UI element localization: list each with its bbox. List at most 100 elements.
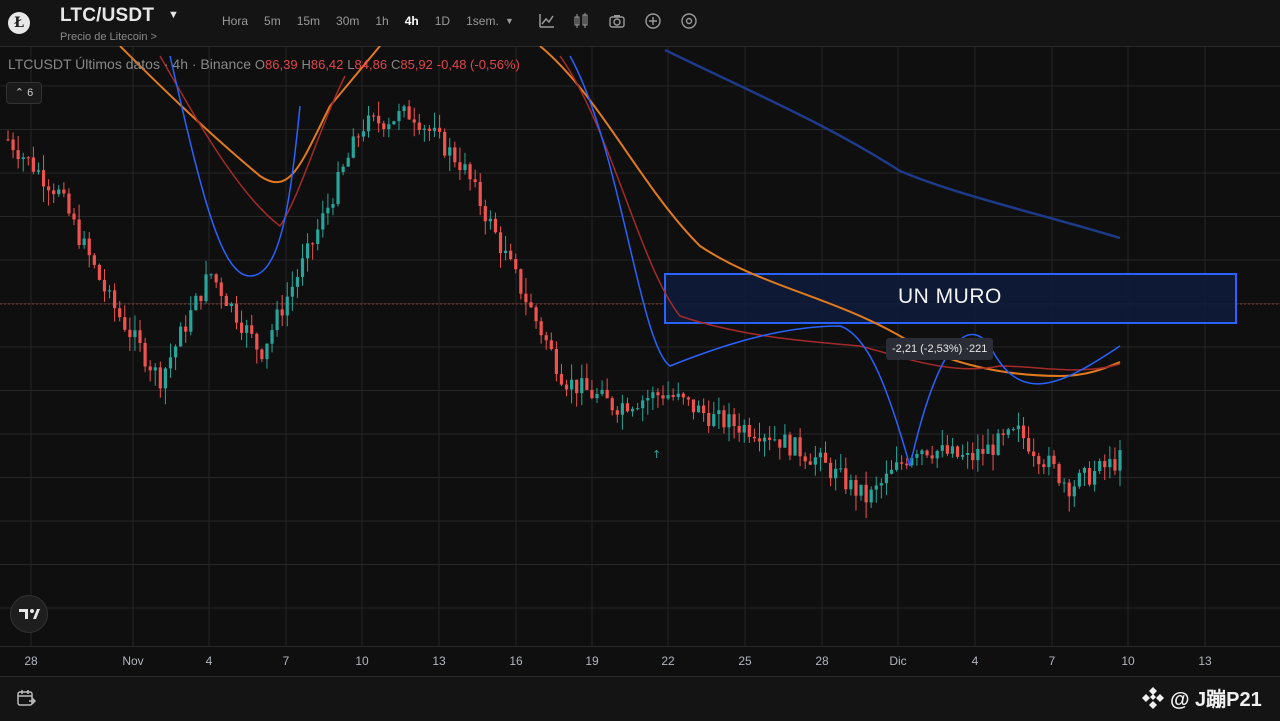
- indicator-count: 6: [27, 87, 34, 99]
- candle-body: [894, 462, 899, 470]
- candle-body: [1093, 471, 1097, 485]
- symbol-subtitle[interactable]: Precio de Litecoin >: [60, 31, 157, 43]
- candle-body: [778, 439, 782, 448]
- candle-body: [305, 243, 310, 259]
- x-tick-label: 10: [355, 654, 369, 668]
- candle-body: [529, 302, 533, 308]
- interval-1h[interactable]: 1h: [367, 14, 396, 28]
- candle-body: [453, 147, 457, 163]
- candle-body: [437, 127, 442, 132]
- legend-symbol: LTCUSDT Últimos datos · 4h · Binance: [8, 56, 252, 72]
- candle-body: [31, 157, 35, 172]
- candle-body: [36, 170, 41, 172]
- candle-body: [585, 378, 589, 390]
- candle-body: [762, 437, 767, 442]
- candle-body: [590, 389, 594, 399]
- candle-body: [209, 274, 213, 276]
- watermark: @ J蹦P21: [1142, 683, 1262, 712]
- candle-body: [783, 434, 787, 448]
- candle-body: [224, 295, 228, 306]
- interval-hora[interactable]: Hora: [214, 14, 256, 28]
- candle-body: [874, 485, 878, 490]
- x-tick-label: Dic: [889, 654, 907, 668]
- add-icon[interactable]: [644, 12, 662, 30]
- candle-body: [16, 150, 20, 160]
- candle-body: [686, 397, 691, 400]
- candle-body: [41, 170, 46, 187]
- candle-body: [676, 393, 680, 398]
- candle-body: [417, 122, 421, 131]
- interval-1d[interactable]: 1D: [427, 14, 458, 28]
- candle-body: [1103, 461, 1107, 468]
- price-chart[interactable]: ↑: [0, 46, 1280, 646]
- symbol-dropdown-icon[interactable]: ▼: [168, 9, 179, 21]
- candle-body: [991, 444, 995, 455]
- candle-body: [747, 424, 751, 437]
- candle-body: [717, 410, 721, 415]
- calendar-icon[interactable]: [16, 688, 36, 708]
- candle-body: [646, 398, 650, 401]
- candle-body: [605, 389, 609, 399]
- candle-body: [280, 309, 284, 316]
- interval-1sem[interactable]: 1sem.: [458, 14, 507, 28]
- candle-body: [234, 303, 239, 323]
- compare-icon[interactable]: [572, 12, 590, 30]
- indicator-icon[interactable]: [538, 12, 556, 30]
- indicators-toggle[interactable]: ⌃ 6: [6, 82, 42, 104]
- interval-dropdown-icon[interactable]: ▼: [505, 16, 514, 26]
- candle-body: [610, 398, 614, 411]
- candle-body: [26, 157, 30, 159]
- candle-body: [300, 258, 305, 278]
- candle-body: [1037, 456, 1041, 465]
- candle-body: [1011, 429, 1015, 431]
- interval-15m[interactable]: 15m: [289, 14, 328, 28]
- low-marker-arrow: ↑: [652, 448, 661, 461]
- interval-4h[interactable]: 4h: [397, 14, 427, 28]
- candle-body: [651, 392, 655, 399]
- bottom-toolbar: [0, 676, 1280, 721]
- legend-close: 85,92: [400, 57, 433, 72]
- candle-body: [823, 452, 828, 463]
- candle-body: [580, 378, 584, 394]
- time-axis[interactable]: 28 Nov 4 7 10 13 16 19 22 25 28 Dic 4 7 10 13: [0, 646, 1280, 677]
- candle-body: [935, 450, 939, 459]
- candle-body: [818, 452, 823, 458]
- candle-body: [549, 340, 553, 350]
- candle-body: [834, 468, 838, 479]
- candle-body: [326, 207, 330, 214]
- candle-body: [392, 121, 396, 125]
- candle-body: [1057, 464, 1061, 484]
- candle-body: [742, 424, 746, 433]
- candle-body: [1077, 472, 1081, 487]
- candle-body: [570, 379, 574, 390]
- candle-body: [1087, 468, 1092, 485]
- candle-body: [6, 139, 10, 141]
- candle-body: [752, 436, 757, 439]
- settings-icon[interactable]: [680, 12, 698, 30]
- candle-body: [625, 403, 630, 412]
- candle-body: [473, 179, 477, 182]
- candle-body: [219, 282, 223, 296]
- candle-body: [641, 400, 645, 409]
- candle-body: [341, 166, 345, 172]
- camera-icon[interactable]: [608, 12, 626, 30]
- candle-body: [986, 444, 990, 454]
- legend-high-label: H: [301, 57, 311, 72]
- top-toolbar: Ł LTC/USDT ▼ Precio de Litecoin > Hora 5…: [0, 0, 1280, 47]
- interval-5m[interactable]: 5m: [256, 14, 289, 28]
- candle-body: [488, 218, 492, 222]
- binance-diamond-icon: [1142, 686, 1164, 709]
- candle-body: [158, 367, 162, 389]
- candle-body: [554, 349, 558, 374]
- candle-body: [1021, 425, 1026, 439]
- candle-body: [143, 343, 147, 367]
- candle-body: [260, 349, 264, 360]
- candle-body: [1006, 429, 1010, 435]
- candle-body: [1052, 455, 1056, 465]
- candle-body: [849, 480, 853, 490]
- candle-body: [387, 124, 391, 130]
- candle-body: [265, 343, 269, 360]
- symbol-title[interactable]: LTC/USDT: [60, 5, 154, 27]
- interval-30m[interactable]: 30m: [328, 14, 367, 28]
- candle-body: [97, 264, 101, 280]
